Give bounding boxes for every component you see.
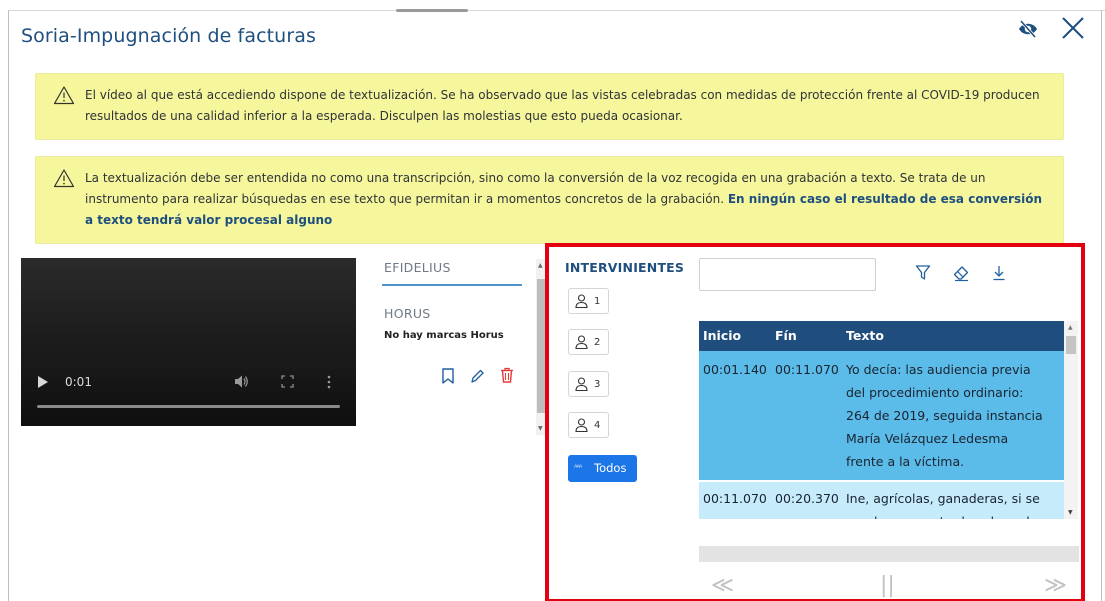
speaker-button-2[interactable]: 2 — [568, 329, 609, 355]
tab-efidelius[interactable]: EFIDELIUS — [384, 260, 451, 275]
notice-text: La textualización debe ser entendida no … — [85, 171, 1043, 227]
cell-text-line: María Velázquez Ledesma — [846, 431, 1009, 446]
all-speakers-button[interactable]: ᴬᴬᴬ Todos — [568, 455, 637, 482]
dialog-title: Soria-Impugnación de facturas — [21, 25, 316, 47]
fullscreen-icon[interactable] — [281, 375, 294, 388]
right-border — [1101, 10, 1102, 601]
tab-underline — [382, 284, 522, 286]
play-icon[interactable] — [38, 376, 48, 388]
cell-text-line: Ine, agrícolas, ganaderas, si se — [846, 491, 1040, 506]
scroll-up-arrow-icon[interactable]: ▲ — [1068, 324, 1073, 331]
pause-icon[interactable]: || — [880, 573, 895, 598]
video-player[interactable]: 0:01 — [21, 258, 356, 426]
video-progress-bar[interactable] — [37, 405, 340, 408]
warning-icon — [53, 169, 75, 188]
intervinientes-title: INTERVINIENTES — [565, 260, 685, 275]
video-time: 0:01 — [65, 375, 92, 389]
trash-icon[interactable] — [500, 367, 514, 383]
cell-text-line: Yo decía: las audiencia previa — [846, 362, 1031, 377]
bookmark-icon[interactable] — [441, 368, 455, 384]
table-row[interactable]: 00:11.070 00:20.370 Ine, agrícolas, gana… — [699, 482, 1064, 519]
left-border — [8, 10, 9, 601]
horus-heading: HORUS — [384, 306, 431, 321]
close-icon[interactable] — [1060, 15, 1086, 41]
transcript-table: Inicio Fín Texto 00:01.140 00:11.070 Yo … — [699, 321, 1064, 519]
scroll-down-arrow-icon[interactable]: ▼ — [1068, 509, 1073, 516]
scroll-down-arrow-icon[interactable]: ▼ — [538, 425, 543, 432]
speaker-button-3[interactable]: 3 — [568, 371, 609, 397]
user-icon — [575, 377, 588, 391]
horizontal-scrollbar[interactable] — [699, 546, 1079, 562]
drag-handle[interactable] — [396, 9, 468, 12]
notice-textualization: La textualización debe ser entendida no … — [35, 156, 1064, 244]
warning-icon — [53, 86, 75, 105]
notice-covid: El vídeo al que está accediendo dispone … — [35, 73, 1064, 140]
speaker-number: 3 — [594, 379, 601, 390]
table-row[interactable]: 00:01.140 00:11.070 Yo decía: las audien… — [699, 351, 1064, 480]
eye-slash-icon[interactable] — [1017, 19, 1039, 39]
next-icon[interactable]: ≫ — [1044, 573, 1067, 598]
search-input[interactable] — [699, 258, 876, 291]
top-border — [8, 10, 1105, 11]
all-speakers-label: Todos — [594, 461, 627, 475]
notice-text: El vídeo al que está accediendo dispone … — [85, 88, 1040, 123]
table-scrollbar[interactable]: ▲ ▼ — [1064, 321, 1078, 519]
cell-text-line: pueden presentar los abogados — [846, 510, 1061, 519]
user-icon — [575, 335, 588, 349]
pencil-icon[interactable] — [470, 368, 484, 384]
speaker-number: 1 — [594, 296, 601, 307]
scrollbar-thumb[interactable] — [1066, 336, 1076, 354]
speaker-button-1[interactable]: 1 — [568, 288, 609, 314]
table-header: Inicio Fín Texto — [699, 321, 1064, 351]
more-options-icon[interactable] — [327, 375, 331, 389]
column-header-start[interactable]: Inicio — [703, 328, 741, 343]
download-icon[interactable] — [991, 264, 1007, 282]
user-icon — [575, 294, 588, 308]
column-header-text[interactable]: Texto — [846, 328, 1061, 343]
cell-text-line: frente a la víctima. — [846, 454, 965, 469]
cell-text-line: del procedimiento ordinario: — [846, 385, 1024, 400]
previous-icon[interactable]: ≪ — [711, 573, 734, 598]
filter-icon[interactable] — [915, 264, 931, 282]
eraser-icon[interactable] — [953, 264, 969, 282]
volume-icon[interactable] — [235, 375, 249, 388]
cell-start: 00:01.140 — [703, 362, 767, 377]
scroll-up-arrow-icon[interactable]: ▲ — [538, 262, 543, 269]
cell-start: 00:11.070 — [703, 491, 767, 506]
user-icon — [575, 418, 588, 432]
speaker-button-4[interactable]: 4 — [568, 412, 609, 438]
speaker-number: 2 — [594, 337, 601, 348]
column-header-end[interactable]: Fín — [775, 328, 797, 343]
cell-end: 00:11.070 — [775, 362, 839, 377]
scrollbar-thumb[interactable] — [537, 279, 545, 413]
cell-text-line: 264 de 2019, seguida instancia — [846, 408, 1043, 423]
speaker-number: 4 — [594, 420, 601, 431]
users-group-icon: ᴬᴬᴬ — [574, 463, 582, 472]
cell-end: 00:20.370 — [775, 491, 839, 506]
no-marks-text: No hay marcas Horus — [384, 330, 504, 341]
